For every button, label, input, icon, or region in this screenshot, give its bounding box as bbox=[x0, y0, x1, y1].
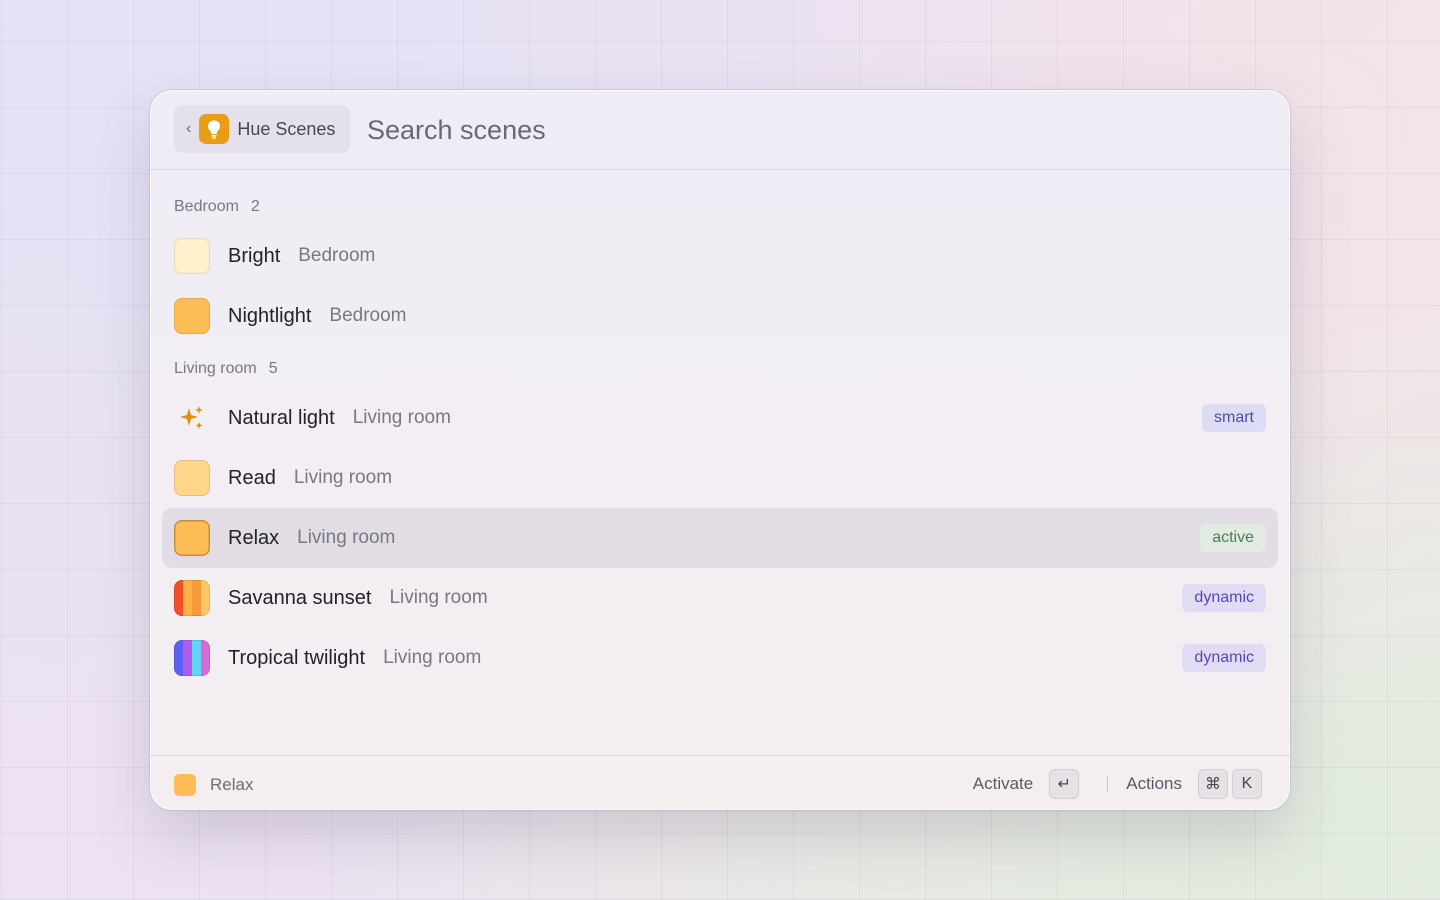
divider bbox=[1107, 775, 1109, 793]
scene-room: Living room bbox=[352, 407, 451, 428]
section-count: 2 bbox=[250, 198, 260, 215]
list-item-selected[interactable]: Relax Living room active bbox=[162, 508, 1278, 568]
section-header-bedroom: Bedroom 2 bbox=[174, 198, 260, 216]
chevron-left-icon[interactable]: ‹ bbox=[186, 121, 191, 137]
section-header-living-room: Living room 5 bbox=[174, 360, 278, 378]
section-count: 5 bbox=[268, 360, 278, 377]
striped-swatch-icon bbox=[174, 580, 210, 616]
list-item[interactable]: Read Living room bbox=[162, 448, 1278, 508]
scene-title: Nightlight bbox=[228, 304, 312, 327]
command-key-icon: ⌘ bbox=[1198, 769, 1228, 799]
footer-actions: Activate ↵ Actions ⌘ K bbox=[973, 769, 1262, 799]
search-header: ‹ Hue Scenes bbox=[150, 90, 1290, 170]
list-item[interactable]: Natural light Living room smart bbox=[162, 388, 1278, 448]
color-swatch-icon bbox=[174, 298, 210, 334]
actions-button[interactable]: Actions bbox=[1126, 774, 1182, 794]
active-badge: active bbox=[1200, 524, 1266, 552]
dynamic-badge: dynamic bbox=[1182, 584, 1266, 612]
list-item[interactable]: Savanna sunset Living room dynamic bbox=[162, 568, 1278, 628]
scene-title: Bright bbox=[228, 244, 281, 267]
selected-scene-label: Relax bbox=[210, 775, 254, 794]
section-title: Bedroom bbox=[174, 198, 239, 215]
color-swatch-icon bbox=[174, 460, 210, 496]
sparkle-icon bbox=[174, 400, 210, 436]
scene-room: Living room bbox=[389, 587, 488, 608]
list-item[interactable]: Nightlight Bedroom bbox=[162, 286, 1278, 346]
scene-title: Tropical twilight bbox=[228, 646, 366, 669]
scene-room: Bedroom bbox=[298, 245, 376, 266]
selected-swatch-icon bbox=[174, 774, 196, 796]
striped-swatch-icon bbox=[174, 640, 210, 676]
scene-title: Natural light bbox=[228, 406, 335, 429]
scene-room: Living room bbox=[383, 647, 482, 668]
lightbulb-icon bbox=[199, 114, 230, 144]
list-item[interactable]: Tropical twilight Living room dynamic bbox=[162, 628, 1278, 688]
list-item[interactable]: Bright Bedroom bbox=[162, 226, 1278, 286]
section-title: Living room bbox=[174, 360, 257, 377]
scene-title: Savanna sunset bbox=[228, 586, 372, 609]
action-bar: Relax Activate ↵ Actions ⌘ K bbox=[150, 755, 1290, 810]
scene-room: Bedroom bbox=[329, 305, 407, 326]
scene-title: Read bbox=[228, 466, 276, 489]
color-swatch-icon bbox=[174, 520, 210, 556]
color-swatch-icon bbox=[174, 238, 210, 274]
smart-badge: smart bbox=[1202, 404, 1266, 432]
scene-room: Living room bbox=[297, 527, 396, 548]
scene-title: Relax bbox=[228, 526, 280, 549]
extension-name: Hue Scenes bbox=[237, 118, 336, 139]
k-key: K bbox=[1232, 769, 1262, 799]
search-input[interactable] bbox=[367, 112, 1227, 148]
return-key-icon: ↵ bbox=[1049, 769, 1080, 799]
scenes-window: ‹ Hue Scenes Bedroom 2 Bright Bedroom bbox=[150, 90, 1290, 810]
activate-button[interactable]: Activate bbox=[973, 774, 1033, 794]
dynamic-badge: dynamic bbox=[1182, 644, 1266, 672]
scene-room: Living room bbox=[293, 467, 393, 488]
extension-breadcrumb[interactable]: ‹ Hue Scenes bbox=[174, 105, 350, 153]
